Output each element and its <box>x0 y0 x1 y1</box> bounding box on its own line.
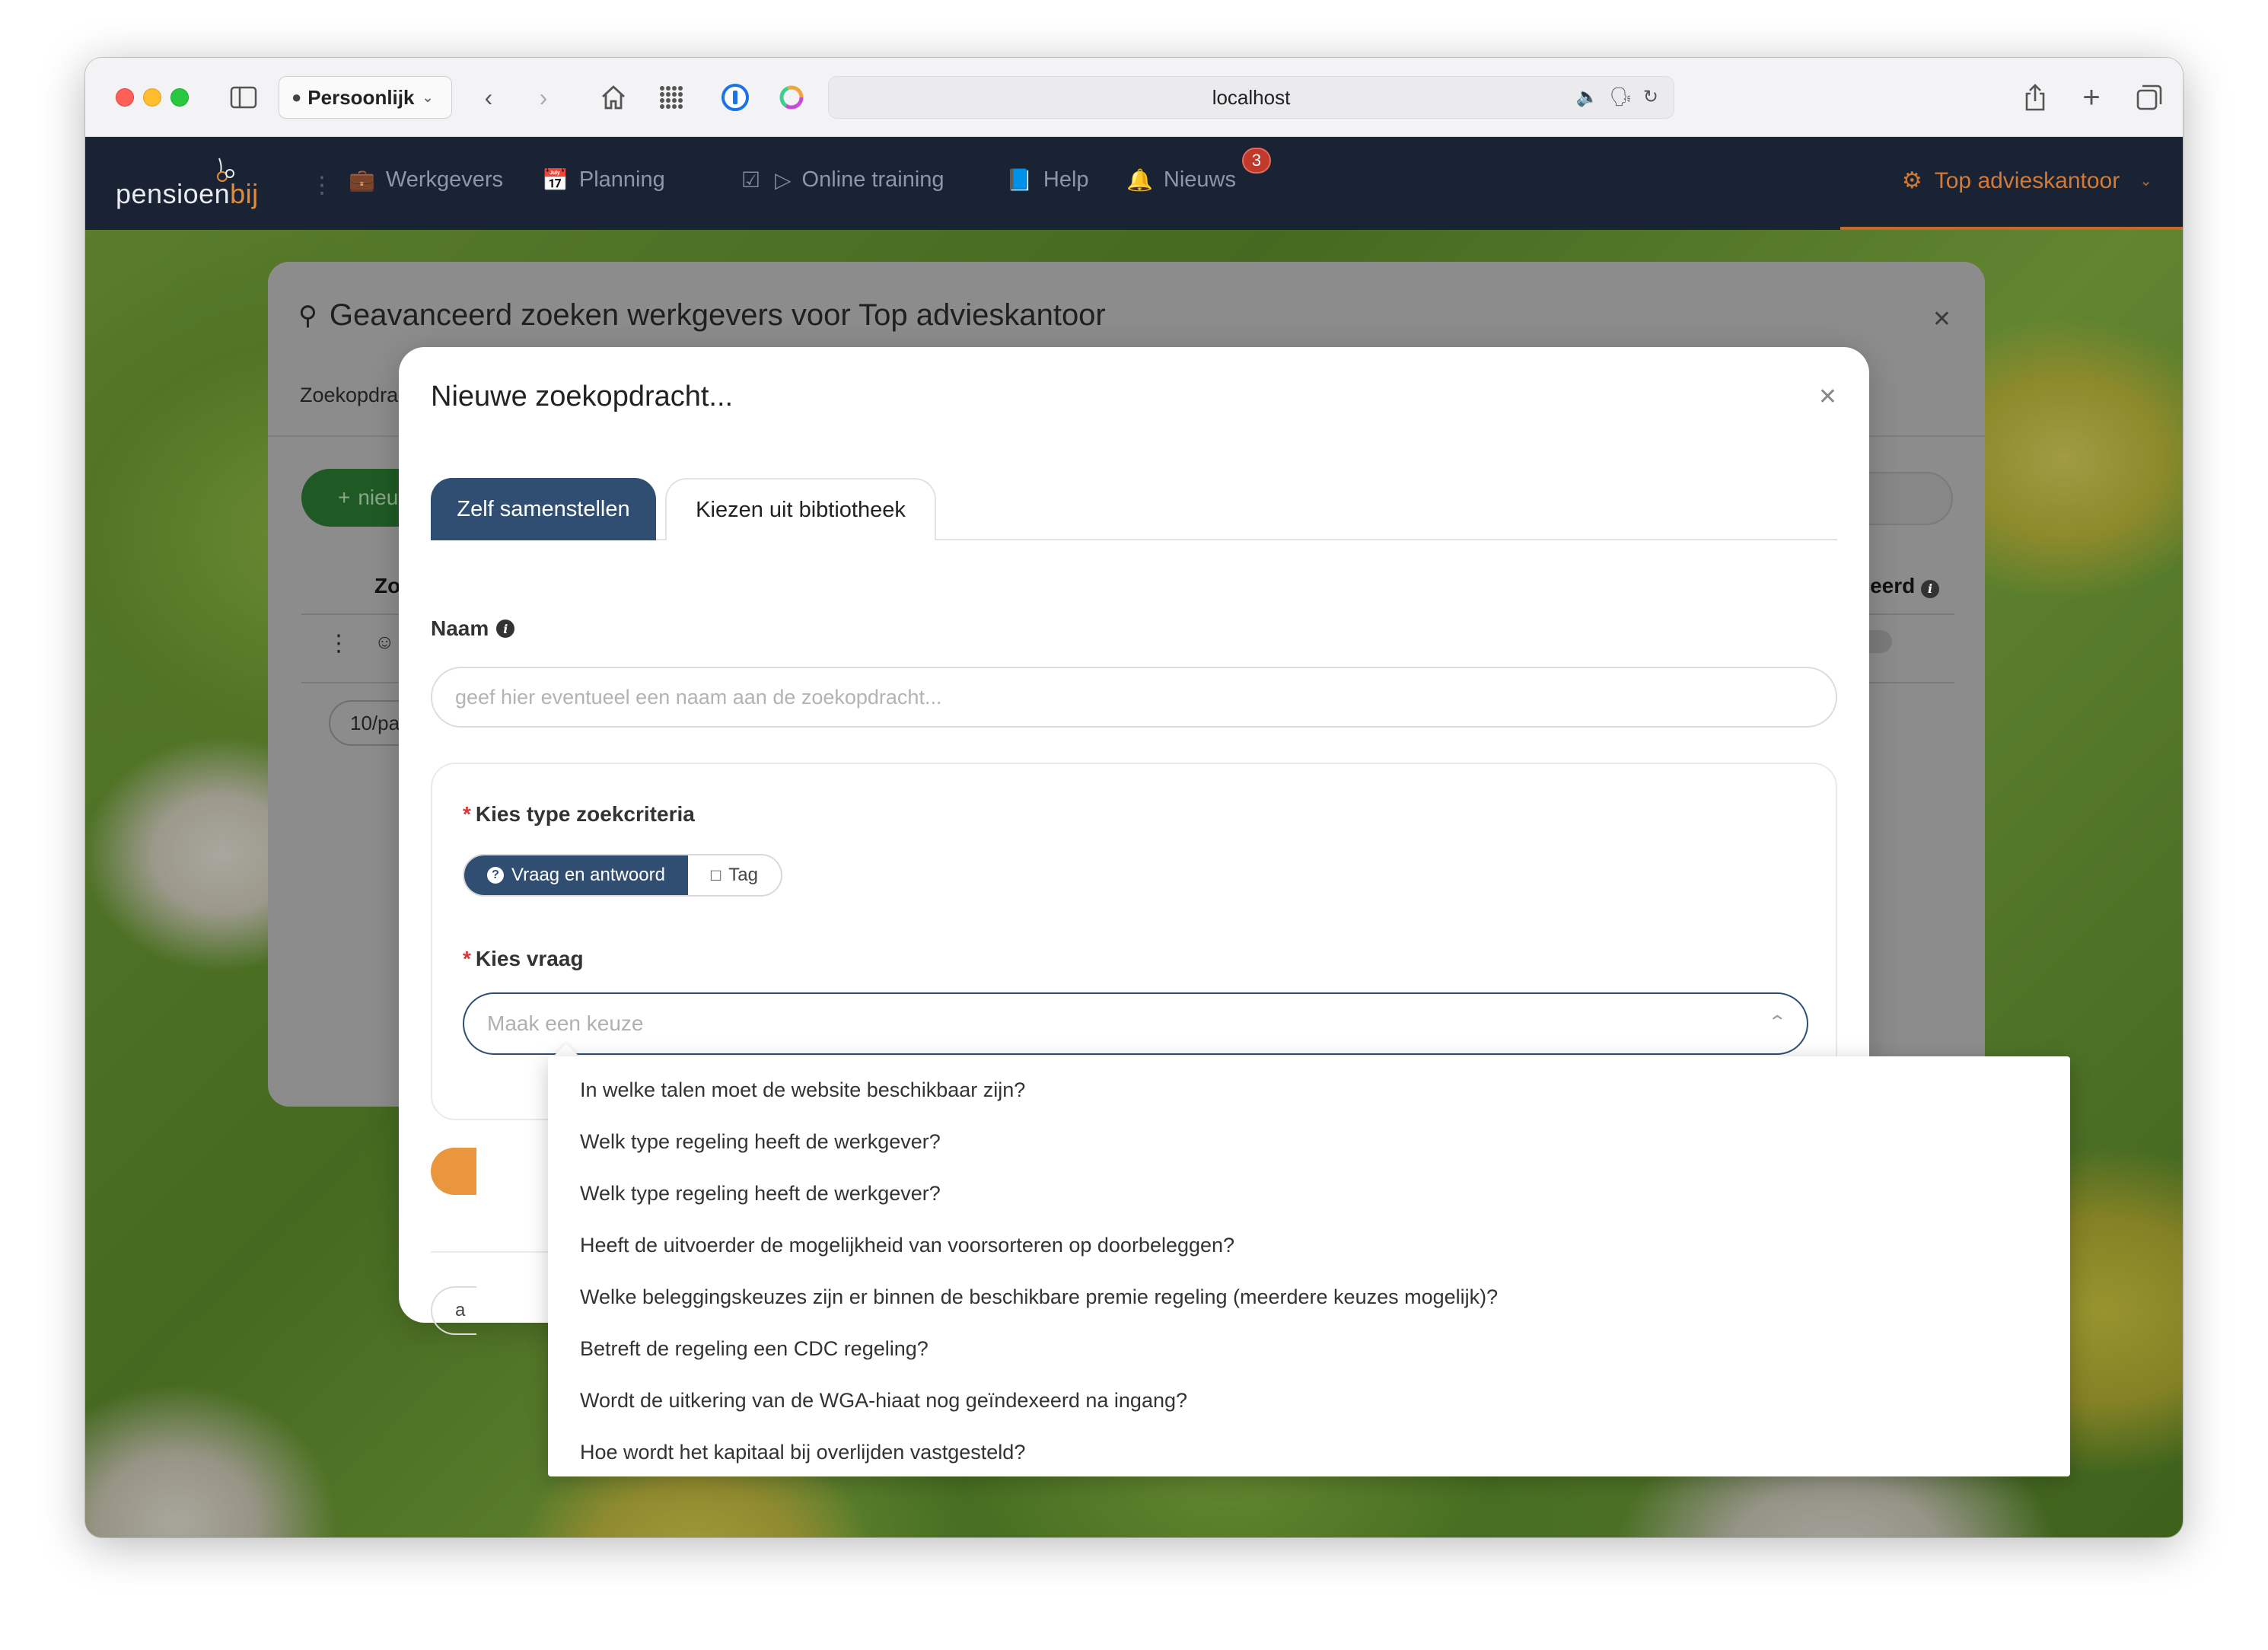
briefcase-icon: 💼 <box>349 168 375 192</box>
dropdown-option[interactable]: Welk type regeling heeft de werkgever? <box>548 1167 2070 1219</box>
dropdown-option[interactable]: Welk type regeling heeft de werkgever? <box>548 1116 2070 1167</box>
nav-label: Werkgevers <box>385 167 504 192</box>
criteria-type-label-text: Kies type zoekcriteria <box>475 802 695 826</box>
nav-tasks[interactable]: ☑ <box>741 167 760 193</box>
nav-label: Online training <box>801 167 944 192</box>
nav-label: Nieuws <box>1163 167 1236 192</box>
dropdown-option[interactable]: Hoe wordt het kapitaal bij overlijden va… <box>548 1426 2070 1476</box>
add-criteria-button[interactable] <box>431 1148 476 1195</box>
back-icon[interactable]: ‹ <box>473 81 504 114</box>
modal-title-text: Geavanceerd zoeken werkgevers voor Top a… <box>329 298 1106 332</box>
dropdown-option[interactable]: Wordt de uitkering van de WGA-hiaat nog … <box>548 1374 2070 1426</box>
profile-selector[interactable]: ● Persoonlijk ⌄ <box>279 76 452 119</box>
account-label: Top advieskantoor <box>1934 167 2120 193</box>
tab-kiezen-uit-bibliotheek[interactable]: Kiezen uit bibtiotheek <box>665 478 936 540</box>
browser-toolbar: ● Persoonlijk ⌄ ‹ › localhost 🔈 🗣 ↻ + <box>85 58 2183 137</box>
person-icon: ● <box>291 88 302 107</box>
nav-planning[interactable]: 📅 Planning <box>542 167 665 193</box>
column-header[interactable]: Zo <box>374 574 400 598</box>
extension-ring-icon[interactable] <box>775 81 808 114</box>
modal-tabs: Zelf samenstellen Kiezen uit bibtiotheek <box>431 478 1837 540</box>
question-label: * Kies vraag <box>463 947 584 971</box>
nav-online-training[interactable]: ▷ Online training <box>775 167 944 193</box>
question-dropdown-list: In welke talen moet de website beschikba… <box>548 1056 2070 1476</box>
minimize-window-button[interactable] <box>143 88 161 107</box>
close-icon[interactable]: ✕ <box>1932 306 1951 333</box>
chevron-up-icon: ⌃ <box>1766 1012 1787 1031</box>
bookmark-icon: □ <box>710 865 721 884</box>
apps-grid-icon[interactable] <box>655 81 688 114</box>
info-icon: i <box>1921 579 1939 598</box>
book-icon: 📘 <box>1006 168 1033 192</box>
tab-zelf-samenstellen[interactable]: Zelf samenstellen <box>431 478 656 540</box>
criteria-type-label: * Kies type zoekcriteria <box>463 802 695 827</box>
modal-title: ⚲ Geavanceerd zoeken werkgevers voor Top… <box>298 298 1106 333</box>
gear-icon: ⚙ <box>1901 168 1922 193</box>
name-input[interactable] <box>431 667 1837 728</box>
nav-divider-icon: ⋮ <box>311 173 333 198</box>
password-manager-icon[interactable] <box>718 81 752 114</box>
footer-button[interactable]: a <box>431 1286 476 1335</box>
chevron-down-icon: ⌄ <box>2139 173 2152 190</box>
new-tab-icon[interactable]: + <box>2075 81 2108 114</box>
required-marker: * <box>463 802 471 826</box>
option-label: Vraag en antwoord <box>511 865 665 885</box>
sidebar-toggle-icon[interactable] <box>227 81 260 114</box>
name-label-text: Naam <box>431 616 489 640</box>
app-navbar: pensioenbij ⋮ 💼 Werkgevers 📅 Planning ☑ … <box>85 137 2183 230</box>
news-count-badge: 3 <box>1242 148 1271 174</box>
question-label-text: Kies vraag <box>475 947 584 970</box>
chevron-down-icon: ⌄ <box>422 89 434 105</box>
translate-icon[interactable]: 🗣 <box>1609 86 1632 108</box>
criteria-option-tag[interactable]: □ Tag <box>687 855 781 895</box>
button-label: nieu <box>358 486 399 509</box>
dropdown-option[interactable]: Betreft de regeling een CDC regeling? <box>548 1323 2070 1374</box>
address-bar[interactable]: localhost 🔈 🗣 ↻ <box>828 76 1674 119</box>
close-window-button[interactable] <box>116 88 134 107</box>
maximize-window-button[interactable] <box>170 88 189 107</box>
speaker-icon[interactable]: 🔈 <box>1576 86 1599 108</box>
dropdown-option[interactable]: Heeft de uitvoerder de mogelijkheid van … <box>548 1219 2070 1271</box>
criteria-option-vraag-en-antwoord[interactable]: ? Vraag en antwoord <box>464 855 688 895</box>
plus-icon: + <box>338 486 351 509</box>
option-label: Tag <box>728 865 758 885</box>
nav-nieuws[interactable]: 🔔 Nieuws <box>1126 167 1236 193</box>
required-marker: * <box>463 947 471 970</box>
question-select[interactable]: Maak een keuze ⌃ <box>463 992 1808 1055</box>
close-icon[interactable]: ✕ <box>1818 384 1837 410</box>
select-placeholder: Maak een keuze <box>487 1011 644 1035</box>
url-text: localhost <box>1212 85 1291 109</box>
search-icon: ⚲ <box>298 301 317 330</box>
nav-label: Help <box>1043 167 1089 192</box>
nav-label: Planning <box>578 167 665 192</box>
dropdown-option[interactable]: In welke talen moet de website beschikba… <box>548 1064 2070 1116</box>
dropdown-option[interactable]: Welke beleggingskeuzes zijn er binnen de… <box>548 1271 2070 1323</box>
bell-icon: 🔔 <box>1126 168 1153 192</box>
info-icon[interactable]: i <box>496 620 515 638</box>
clipboard-check-icon: ☑ <box>741 168 761 192</box>
share-icon[interactable] <box>2018 81 2052 114</box>
browser-window: ● Persoonlijk ⌄ ‹ › localhost 🔈 🗣 ↻ + pe… <box>85 58 2183 1537</box>
nav-werkgevers[interactable]: 💼 Werkgevers <box>349 167 503 193</box>
play-circle-icon: ▷ <box>775 168 792 192</box>
tab-zoekopdrachten[interactable]: Zoekopdra <box>300 384 398 407</box>
calendar-icon: 📅 <box>542 168 569 192</box>
home-icon[interactable] <box>597 81 630 114</box>
nav-help[interactable]: 📘 Help <box>1006 167 1089 193</box>
criteria-type-selector: ? Vraag en antwoord □ Tag <box>463 854 782 897</box>
question-circle-icon: ? <box>487 867 504 884</box>
logo-text: pensioen <box>116 178 231 209</box>
account-menu[interactable]: ⚙ Top advieskantoor ⌄ <box>1902 167 2152 194</box>
modal-title: Nieuwe zoekopdracht... <box>431 381 734 412</box>
row-menu-icon[interactable]: ⋮ <box>327 630 350 657</box>
user-icon: ☺ <box>374 630 395 653</box>
profile-label: Persoonlijk <box>307 85 415 109</box>
bee-logo-icon <box>217 158 234 182</box>
forward-icon[interactable]: › <box>528 81 559 114</box>
name-label: Naam i <box>431 616 515 641</box>
tab-overview-icon[interactable] <box>2133 81 2166 114</box>
reload-icon[interactable]: ↻ <box>1643 86 1658 108</box>
